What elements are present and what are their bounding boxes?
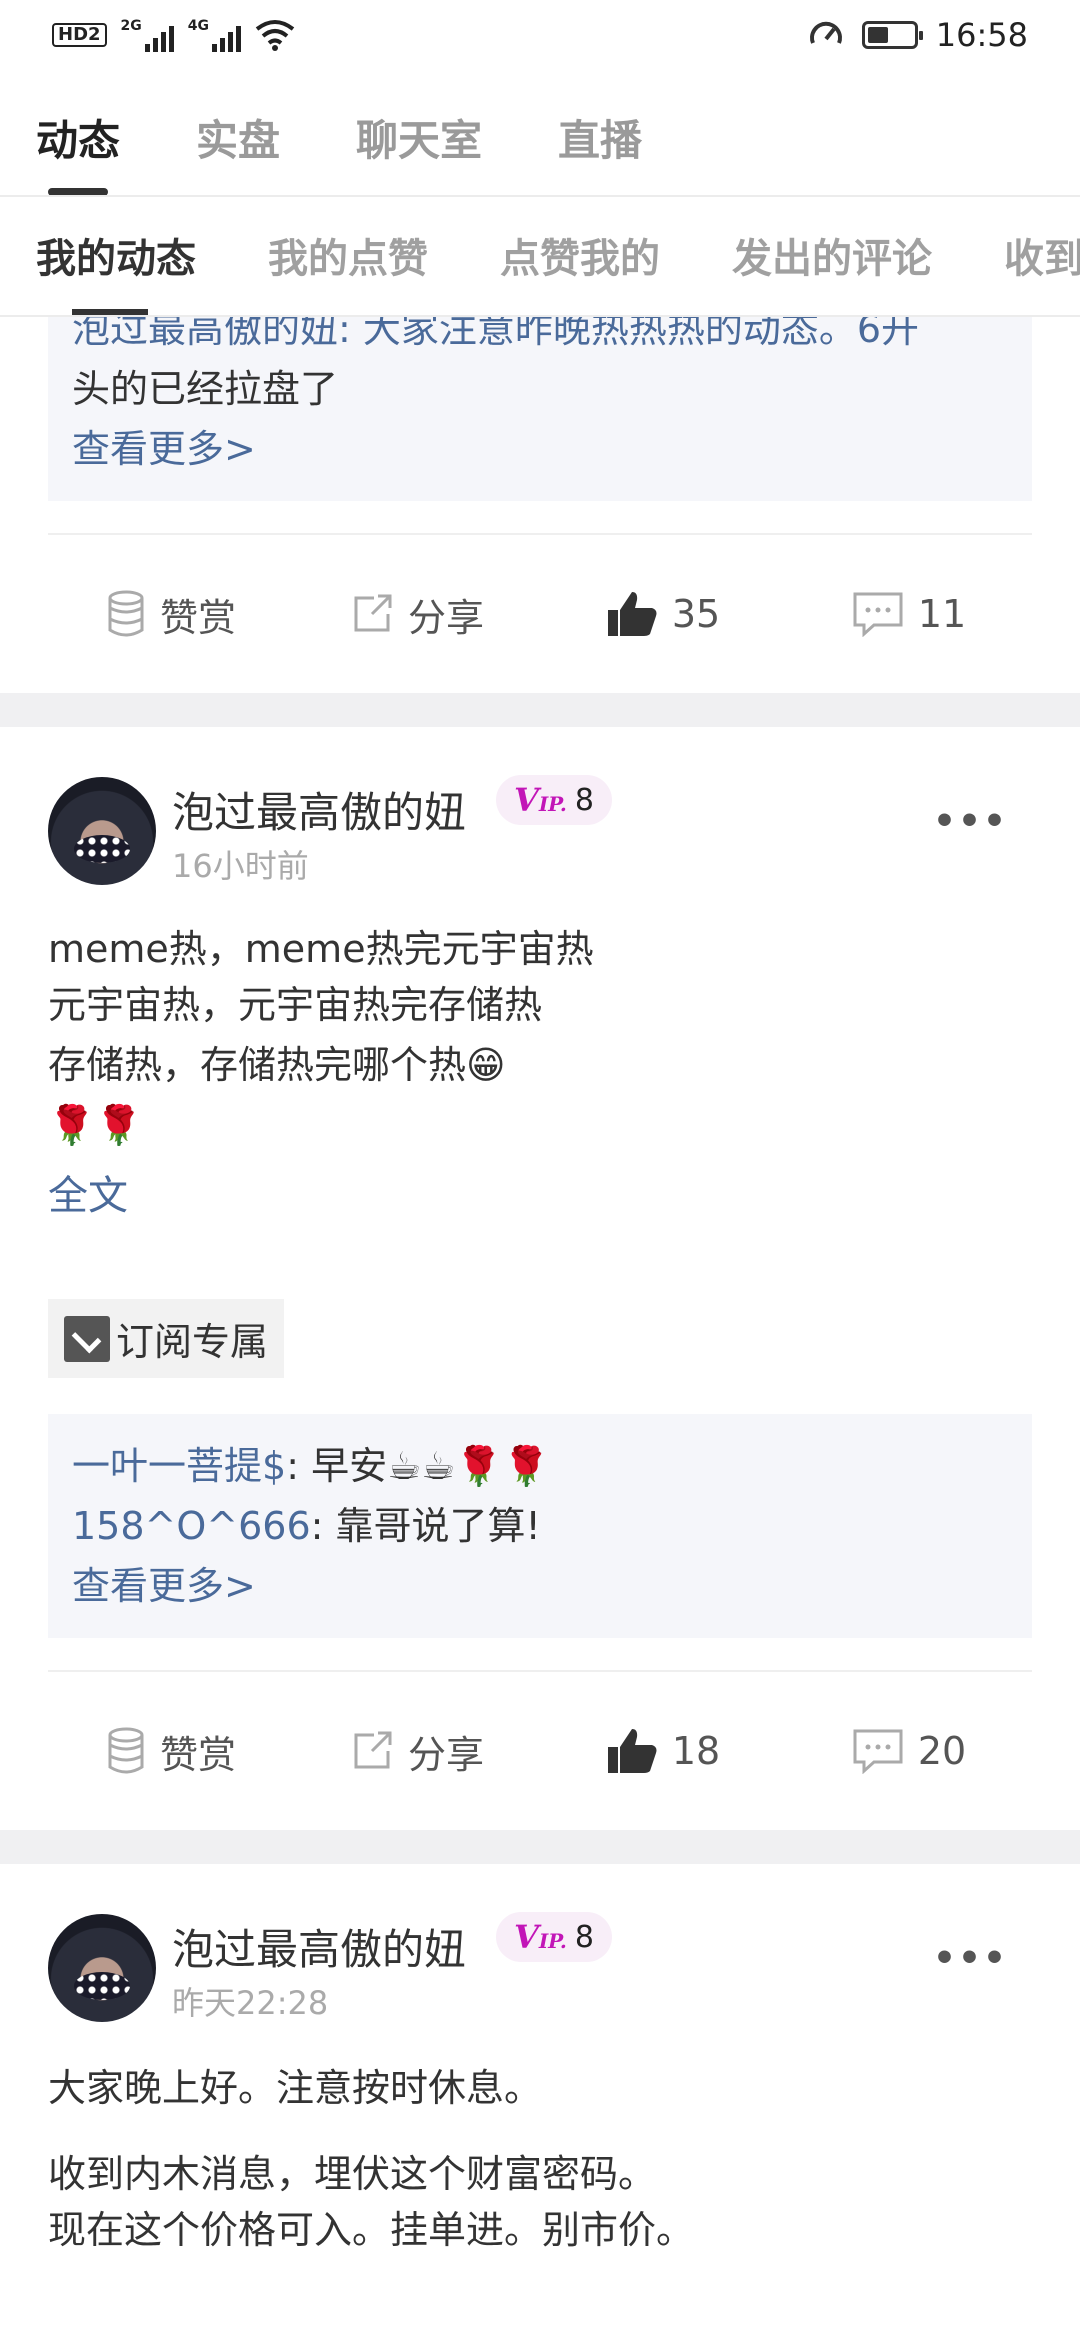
hd-badge: HD2 bbox=[52, 23, 107, 47]
comment-preview: 一叶一菩提$: 早安☕☕🌹🌹 158^O^666: 靠哥说了算! 查看更多> bbox=[48, 1414, 1032, 1638]
post-card: 泡过最高傲的妞 VIP. 8 16小时前 ••• meme热，meme热完元宇宙热… bbox=[0, 727, 1080, 1830]
section-divider bbox=[0, 1830, 1080, 1864]
more-icon[interactable]: ••• bbox=[933, 801, 1008, 842]
wifi-icon bbox=[255, 20, 295, 51]
tab-sent-comments[interactable]: 发出的评论 bbox=[696, 197, 968, 315]
signal-icon: 4G bbox=[188, 18, 241, 52]
comment-icon bbox=[853, 592, 903, 637]
like-button[interactable]: 35 bbox=[540, 590, 786, 638]
share-label: 分享 bbox=[407, 1732, 484, 1777]
coins-icon bbox=[108, 590, 144, 637]
tab-my-likes[interactable]: 我的点赞 bbox=[232, 197, 464, 315]
comment-count: 20 bbox=[917, 1729, 967, 1773]
reward-label: 赞赏 bbox=[159, 1732, 236, 1777]
top-tab-bar: 动态 实盘 聊天室 直播 bbox=[0, 96, 1080, 196]
like-count: 35 bbox=[671, 592, 721, 636]
subscription-tag[interactable]: 订阅专属 bbox=[48, 1299, 285, 1378]
vip-badge: VIP. 8 bbox=[496, 1912, 612, 1962]
comment-preview: 泡过最高傲的妞: 大家注意昨晚热热热的动态。6开 头的已经拉盘了 查看更多> bbox=[48, 317, 1032, 501]
comment-count: 11 bbox=[917, 592, 967, 636]
share-label: 分享 bbox=[407, 595, 484, 640]
signal-icon: 2G bbox=[121, 18, 174, 52]
post-line: 现在这个价格可入。挂单进。别市价。 bbox=[48, 2208, 695, 2252]
action-bar: 赞赏 分享 18 20 bbox=[48, 1670, 1032, 1830]
author-name[interactable]: 泡过最高傲的妞 bbox=[172, 779, 466, 840]
more-icon[interactable]: ••• bbox=[933, 1938, 1008, 1979]
thumb-up-icon bbox=[607, 1729, 657, 1773]
comment-line: 158^O^666: 靠哥说了算! bbox=[72, 1504, 541, 1548]
reward-button[interactable]: 赞赏 bbox=[48, 587, 294, 642]
coins-icon bbox=[108, 1727, 144, 1774]
feed: 泡过最高傲的妞: 大家注意昨晚热热热的动态。6开 头的已经拉盘了 查看更多> 赞… bbox=[0, 317, 1080, 2340]
thumb-up-icon bbox=[607, 592, 657, 636]
tab-received[interactable]: 收到 bbox=[968, 197, 1080, 315]
author-name[interactable]: 泡过最高傲的妞 bbox=[172, 1916, 466, 1977]
post-line: 收到内木消息，埋伏这个财富密码。 bbox=[48, 2152, 657, 2196]
see-more-link[interactable]: 查看更多> bbox=[72, 1556, 1008, 1616]
battery-icon bbox=[861, 21, 923, 49]
avatar[interactable] bbox=[48, 777, 156, 885]
post-time: 16小时前 bbox=[172, 847, 309, 885]
tab-chat-room[interactable]: 聊天室 bbox=[356, 96, 522, 196]
share-icon bbox=[354, 594, 392, 632]
post-content: 大家晚上好。注意按时休息。 收到内木消息，埋伏这个财富密码。 现在这个价格可入。… bbox=[48, 2060, 1032, 2258]
post-line: 存储热，存储热完哪个热😁 bbox=[48, 1043, 506, 1087]
diamond-icon bbox=[64, 1315, 110, 1362]
post-header: 泡过最高傲的妞 VIP. 8 16小时前 ••• bbox=[0, 727, 1080, 885]
like-button[interactable]: 18 bbox=[540, 1727, 786, 1775]
post-header: 泡过最高傲的妞 VIP. 8 昨天22:28 ••• bbox=[0, 1864, 1080, 2022]
full-text-link[interactable]: 全文 bbox=[48, 1163, 1032, 1221]
post-line: 元宇宙热，元宇宙热完存储热 bbox=[48, 983, 543, 1027]
reward-label: 赞赏 bbox=[159, 595, 236, 640]
vip-badge: VIP. 8 bbox=[496, 775, 612, 825]
share-button[interactable]: 分享 bbox=[294, 1724, 540, 1779]
post-card: 泡过最高傲的妞 VIP. 8 昨天22:28 ••• 大家晚上好。注意按时休息。 … bbox=[0, 1864, 1080, 2258]
tab-liked-me[interactable]: 点赞我的 bbox=[464, 197, 696, 315]
comment-button[interactable]: 20 bbox=[786, 1728, 1032, 1774]
comment-icon bbox=[853, 1729, 903, 1774]
comment-button[interactable]: 11 bbox=[786, 591, 1032, 637]
action-bar: 赞赏 分享 35 11 bbox=[48, 533, 1032, 693]
post-time: 昨天22:28 bbox=[172, 1984, 329, 2022]
clock: 16:58 bbox=[935, 16, 1028, 54]
post-content: meme热，meme热完元宇宙热 元宇宙热，元宇宙热完存储热 存储热，存储热完哪… bbox=[48, 921, 1032, 1153]
tab-real-trading[interactable]: 实盘 bbox=[196, 96, 320, 196]
status-bar: HD2 2G 4G 16:58 bbox=[0, 0, 1080, 78]
see-more-link[interactable]: 查看更多> bbox=[72, 419, 1008, 479]
tab-dynamics[interactable]: 动态 bbox=[36, 96, 160, 196]
avatar[interactable] bbox=[48, 1914, 156, 2022]
share-icon bbox=[354, 1731, 392, 1769]
tag-label: 订阅专属 bbox=[116, 1320, 269, 1364]
comment-line: 头的已经拉盘了 bbox=[72, 367, 339, 411]
comment-line: 泡过最高傲的妞: 大家注意昨晚热热热的动态。6开 bbox=[72, 317, 920, 351]
post-line: meme热，meme热完元宇宙热 bbox=[48, 927, 594, 971]
like-count: 18 bbox=[671, 1729, 721, 1773]
comment-line: 一叶一菩提$: 早安☕☕🌹🌹 bbox=[72, 1444, 550, 1488]
speed-icon bbox=[809, 21, 842, 44]
reward-button[interactable]: 赞赏 bbox=[48, 1724, 294, 1779]
post-line: 🌹🌹 bbox=[48, 1103, 143, 1147]
tab-live[interactable]: 直播 bbox=[558, 96, 682, 196]
share-button[interactable]: 分享 bbox=[294, 587, 540, 642]
tab-my-dynamics[interactable]: 我的动态 bbox=[0, 197, 232, 315]
section-divider bbox=[0, 693, 1080, 727]
sub-tab-bar: 我的动态 我的点赞 点赞我的 发出的评论 收到 bbox=[0, 197, 1080, 315]
post-line: 大家晚上好。注意按时休息。 bbox=[48, 2066, 543, 2110]
